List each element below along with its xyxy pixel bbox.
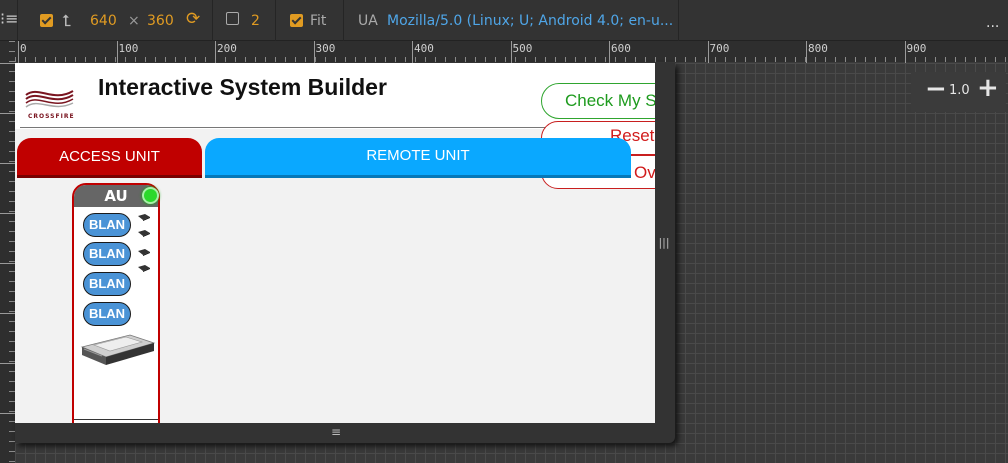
- blan-slot-3[interactable]: BLAN: [83, 272, 131, 296]
- dpr-icon: [226, 12, 239, 25]
- ruler-label: 700: [709, 42, 730, 55]
- ua-label: UA: [358, 13, 378, 29]
- devtools-window: { "toolbar": { "width": "640", "times": …: [0, 0, 1008, 463]
- page-viewport: CROSSFIRE Interactive System Builder Che…: [15, 63, 655, 423]
- tab-access-unit[interactable]: ACCESS UNIT: [17, 138, 202, 178]
- swap-dimensions-icon[interactable]: ⟳: [186, 10, 200, 28]
- ruler-major-tick: [0, 163, 15, 164]
- ruler-major-tick: [0, 413, 15, 414]
- ruler-label: 800: [808, 42, 828, 55]
- blan-slot-2[interactable]: BLAN: [83, 242, 131, 266]
- module-icon: [138, 249, 150, 256]
- responsive-checkbox[interactable]: [40, 14, 53, 27]
- ruler-major-tick: [0, 213, 15, 214]
- chassis-image: [80, 334, 156, 365]
- ruler-major-tick: [116, 41, 118, 63]
- width-input[interactable]: 640: [90, 12, 117, 30]
- zoom-out-button[interactable]: −: [925, 76, 947, 102]
- page-title: Interactive System Builder: [98, 74, 387, 100]
- zoom-value: 1.0: [949, 83, 970, 98]
- tab-remote-unit[interactable]: REMOTE UNIT: [205, 138, 631, 178]
- module-icon: [138, 265, 150, 272]
- dimension-times: ×: [128, 13, 140, 29]
- ruler-label: 300: [315, 42, 336, 55]
- ruler-major-tick: [904, 41, 906, 63]
- module-icon: [138, 214, 150, 221]
- vertical-ruler: [0, 41, 15, 463]
- module-icon: [138, 230, 150, 237]
- ruler-major-tick: [707, 41, 709, 63]
- ruler-label: 100: [118, 42, 139, 55]
- ruler-label: 900: [906, 42, 927, 55]
- ruler-major-tick: [0, 313, 15, 314]
- logo-text: CROSSFIRE: [28, 113, 75, 120]
- ruler-major-tick: [412, 41, 413, 63]
- au-bottom-line: [74, 419, 158, 420]
- ruler-label: 200: [217, 42, 237, 55]
- resize-handle-right[interactable]: |||: [658, 236, 670, 250]
- blan-slot-4[interactable]: BLAN: [83, 302, 131, 326]
- fit-checkbox[interactable]: [290, 14, 303, 27]
- status-indicator: [142, 187, 159, 204]
- access-unit-panel: AU BLAN BLAN BLAN BLAN: [72, 183, 160, 423]
- zoom-control: − 1.0 +: [911, 72, 1006, 112]
- dpr-input[interactable]: 2: [251, 12, 260, 30]
- user-agent-input[interactable]: Mozilla/5.0 (Linux; U; Android 4.0; en-u…: [387, 12, 673, 30]
- fit-label: Fit: [310, 13, 327, 29]
- ruler-label: 500: [512, 42, 533, 55]
- device-frame: CROSSFIRE Interactive System Builder Che…: [15, 63, 675, 443]
- ruler-major-tick: [609, 41, 610, 63]
- ruler-major-tick: [0, 63, 15, 64]
- ruler-major-tick: [0, 113, 15, 114]
- ruler-label: 0: [20, 42, 27, 55]
- ruler-major-tick: [313, 41, 315, 63]
- blan-slot-1[interactable]: BLAN: [83, 213, 131, 237]
- height-input[interactable]: 360: [147, 12, 174, 30]
- ruler-label: 400: [414, 42, 434, 55]
- zoom-in-button[interactable]: +: [977, 75, 999, 101]
- resize-handle-bottom[interactable]: ≡: [328, 426, 344, 438]
- device-toolbar: ⁝≡ ⮤ 640 × 360 ⟳ 2 Fit UA Mozilla/5.0 (L…: [0, 0, 1008, 41]
- ruler-major-tick: [18, 41, 19, 63]
- ruler-major-tick: [0, 263, 15, 264]
- ruler-major-tick: [0, 363, 15, 364]
- check-my-system-button[interactable]: Check My S: [541, 83, 655, 119]
- ruler-label: 600: [611, 42, 631, 55]
- more-options-icon[interactable]: ...: [986, 14, 999, 32]
- ruler-major-tick: [806, 41, 807, 63]
- ruler-major-tick: [510, 41, 512, 63]
- horizontal-ruler: 0 100 200 300 400 500 600 700 800 900: [15, 41, 1008, 63]
- ruler-major-tick: [215, 41, 216, 63]
- rotate-size-icon: ⮤: [62, 11, 72, 30]
- menu-icon[interactable]: ⁝≡: [0, 10, 19, 28]
